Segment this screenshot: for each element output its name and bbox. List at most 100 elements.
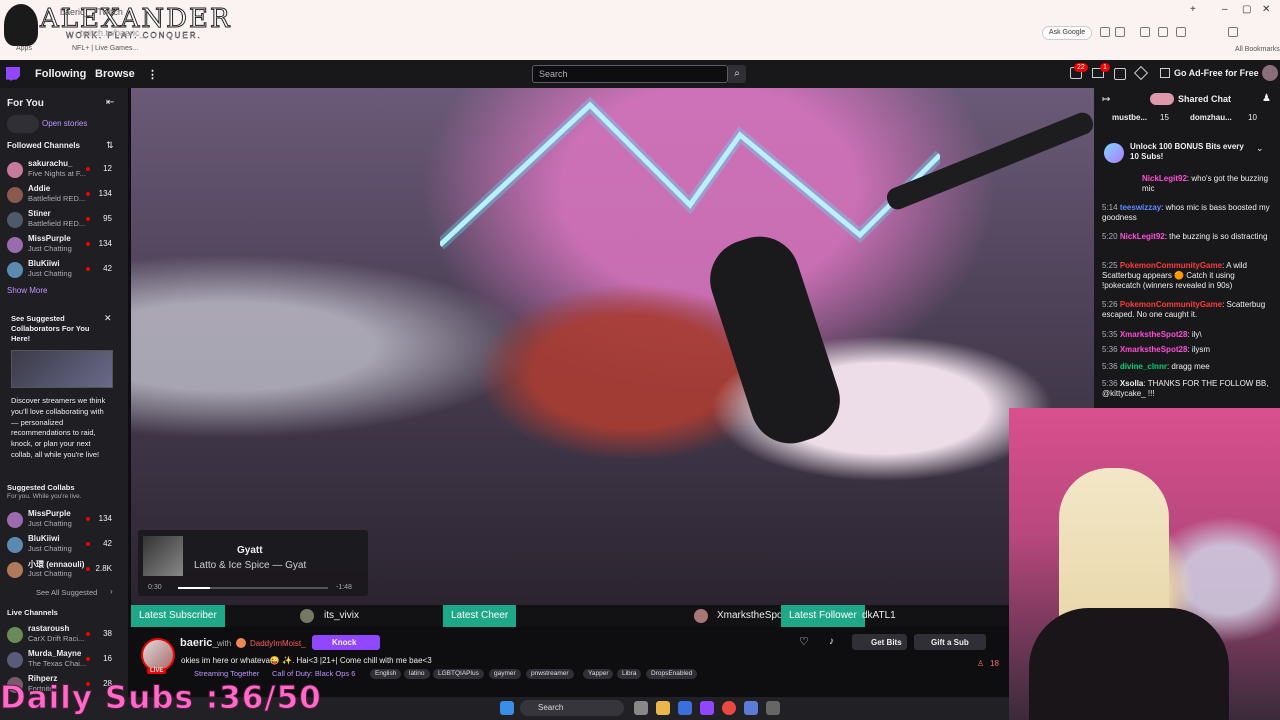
search-icon[interactable]: ⌕ (728, 65, 746, 83)
chat-message: 5:25 PokemonCommunityGame: A wild Scatte… (1102, 261, 1247, 290)
whispers-icon[interactable] (1114, 68, 1126, 80)
user-avatar[interactable] (1262, 65, 1278, 81)
bookmark-nfl[interactable]: NFL+ | Live Games... (72, 45, 138, 52)
collapse-chat-icon[interactable]: ↦ (1102, 94, 1110, 105)
viewer-count: 95 (103, 214, 112, 223)
stories-avatars[interactable] (7, 115, 39, 133)
profile-icon[interactable] (1228, 27, 1238, 37)
shared-participant[interactable]: domzhau... (1190, 113, 1232, 122)
live-channel[interactable]: Murda_Mayne The Texas Chai... 16 (0, 648, 124, 672)
chat-username[interactable]: NickLegit92 (1120, 232, 1165, 241)
go-ad-free-link[interactable]: Go Ad-Free for Free (1174, 68, 1259, 78)
chat-username[interactable]: Xsolla (1120, 379, 1144, 388)
search-input[interactable]: Search (532, 65, 728, 83)
viewer-count: 134 (98, 189, 112, 198)
app-icon[interactable] (766, 701, 780, 715)
latest-cheer-name: XmarkstheSpo (717, 610, 783, 621)
windows-start-icon[interactable] (500, 701, 514, 715)
ask-google-button[interactable]: Ask Google (1042, 26, 1092, 40)
avatar (7, 627, 23, 643)
tag[interactable]: latino (404, 669, 430, 679)
star-icon[interactable] (1115, 27, 1125, 37)
browse-link[interactable]: Browse (95, 68, 135, 80)
tag[interactable]: LGBTQIAPlus (433, 669, 484, 679)
heart-icon[interactable]: ♡ (799, 635, 809, 648)
sort-icon[interactable]: ⇅ (106, 140, 114, 151)
collapse-sidebar-icon[interactable]: ⇤ (106, 97, 114, 108)
chat-username[interactable]: teeswizzay (1120, 203, 1161, 212)
viewer-count: 134 (98, 514, 112, 523)
chat-username[interactable]: PokemonCommunityGame (1120, 261, 1222, 270)
maximize-icon[interactable]: ▢ (1242, 4, 1251, 15)
suggested-channel[interactable]: MissPurple Just Chatting 134 (0, 508, 124, 532)
open-stories-link[interactable]: Open stories (42, 119, 87, 128)
tag[interactable]: Libra (617, 669, 642, 679)
chrome-icon[interactable] (722, 701, 736, 715)
zoom-icon[interactable] (1100, 27, 1110, 37)
close-icon[interactable]: ✕ (104, 313, 112, 324)
tag[interactable]: pnwstreamer (526, 669, 574, 679)
address-bar[interactable]: twitch.tv/baeric_ (80, 28, 145, 38)
chat-username[interactable]: divine_clnnr (1120, 362, 1167, 371)
channel-avatar[interactable] (141, 638, 175, 672)
followed-channel[interactable]: Addie Battlefield RED... 134 (0, 183, 124, 207)
avatar (7, 562, 23, 578)
chat-username[interactable]: XmarkstheSpot28 (1120, 330, 1188, 339)
suggested-channel[interactable]: 小環 (ennaouli) Just Chatting 2.8K (0, 558, 124, 582)
more-menu-icon[interactable]: ⋮ (147, 68, 158, 81)
live-channel[interactable]: rastaroush CarX Drift Raci... 38 (0, 623, 124, 647)
tag[interactable]: DropsEnabled (646, 669, 698, 679)
twitch-logo-icon[interactable] (6, 67, 20, 81)
following-link[interactable]: Following (35, 68, 86, 80)
app-icon[interactable] (678, 701, 692, 715)
notify-bell-icon[interactable]: ♪ (829, 636, 834, 647)
shared-participant[interactable]: mustbe... (1112, 113, 1147, 122)
live-dot-icon (86, 567, 90, 571)
file-explorer-icon[interactable] (656, 701, 670, 715)
followed-channel[interactable]: BluKiiwi Just Chatting 42 (0, 258, 124, 282)
chat-timestamp: 5:14 (1102, 203, 1118, 212)
all-bookmarks[interactable]: All Bookmarks (1235, 46, 1280, 53)
browser-tab[interactable]: baeric_ - Twitch (60, 7, 123, 17)
avatar (7, 162, 23, 178)
new-tab-icon[interactable]: + (1190, 4, 1196, 15)
show-more-link[interactable]: Show More (7, 286, 47, 295)
channel-game: Just Chatting (28, 269, 72, 278)
viewer-count-icon: ♙ (977, 659, 985, 668)
browser-chrome: ALEXANDER WORK. PLAY. CONQUER. baeric_ -… (0, 0, 1280, 60)
channel-game: Five Nights at F... (28, 169, 86, 178)
tag[interactable]: gaymer (489, 669, 521, 679)
chat-username[interactable]: XmarkstheSpot28 (1120, 345, 1188, 354)
shared-chat-label: Shared Chat (1178, 94, 1232, 104)
followed-channel[interactable]: Stiner Battlefield RED... 95 (0, 208, 124, 232)
suggested-channel[interactable]: BluKiiwi Just Chatting 42 (0, 533, 124, 557)
channel-name[interactable]: baeric_ (180, 637, 219, 649)
viewer-count: 42 (103, 264, 112, 273)
followed-channel[interactable]: sakurachu_ Five Nights at F... 12 (0, 158, 124, 182)
tag[interactable]: Yapper (583, 669, 614, 679)
latest-cheer-label: Latest Cheer (443, 605, 517, 627)
bookmark-apps[interactable]: Apps (16, 45, 32, 52)
close-icon[interactable]: ✕ (1262, 4, 1270, 15)
task-view-icon[interactable] (634, 701, 648, 715)
chevron-right-icon[interactable]: › (110, 587, 113, 596)
channel-name: sakurachu_ (28, 159, 73, 168)
song-progress-fill (178, 587, 210, 589)
collab-partner-name[interactable]: DaddyImMoist_ (250, 639, 306, 648)
chat-username[interactable]: PokemonCommunityGame (1120, 300, 1222, 309)
see-all-suggested-link[interactable]: See All Suggested (36, 588, 97, 597)
chat-username[interactable]: NickLegit92 (1142, 174, 1187, 183)
extension-icon[interactable] (1140, 27, 1150, 37)
followed-channel[interactable]: MissPurple Just Chatting 134 (0, 233, 124, 257)
users-icon[interactable]: ♟ (1262, 93, 1271, 104)
minimize-icon[interactable]: – (1222, 4, 1228, 15)
extension-icon[interactable] (1176, 27, 1186, 37)
app-icon[interactable] (700, 701, 714, 715)
taskbar-search[interactable] (520, 700, 624, 716)
category-link[interactable]: Call of Duty: Black Ops 6 (272, 669, 355, 678)
bits-icon[interactable] (1133, 65, 1149, 81)
app-icon[interactable] (744, 701, 758, 715)
extension-icon[interactable] (1158, 27, 1168, 37)
chevron-down-icon[interactable]: ⌄ (1256, 143, 1264, 154)
tag[interactable]: English (370, 669, 402, 679)
